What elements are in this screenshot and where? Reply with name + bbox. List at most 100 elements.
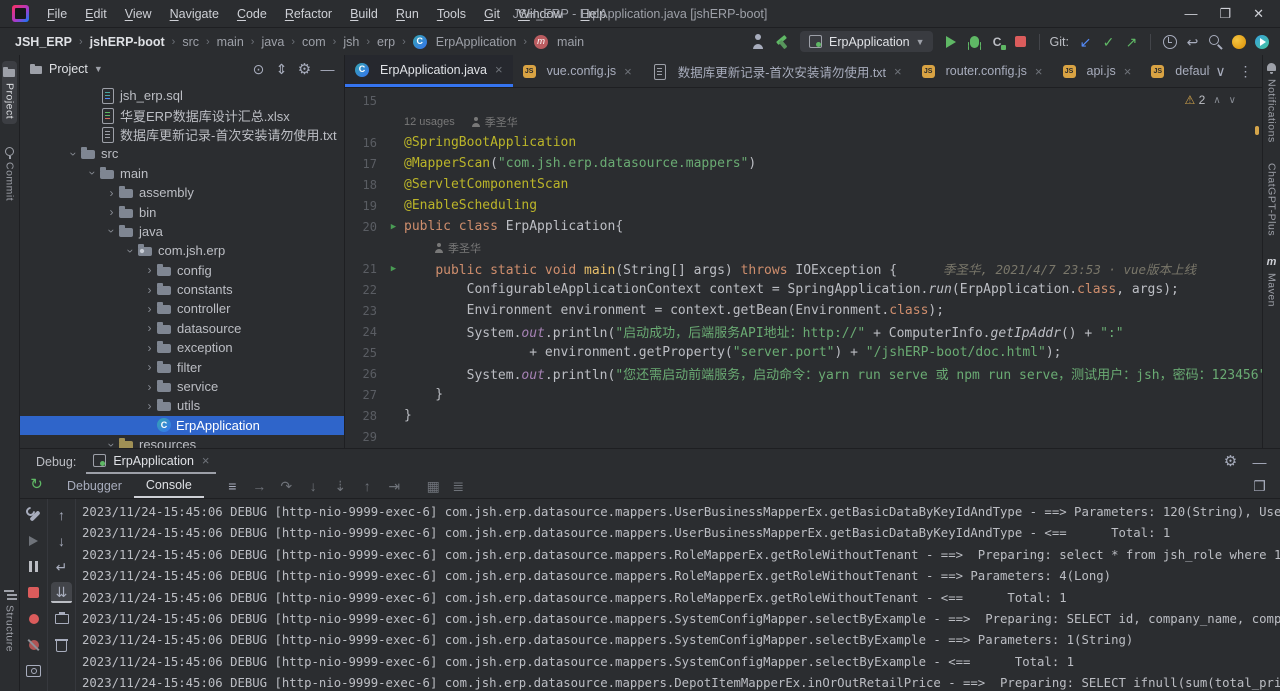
close-tab-icon[interactable]: × <box>624 64 632 79</box>
jump-down-icon[interactable]: ↓ <box>51 530 72 551</box>
tool-stripe-structure[interactable]: Structure <box>2 583 17 657</box>
prev-problem-icon[interactable]: ∧ <box>1213 95 1220 106</box>
breadcrumb-main[interactable]: main <box>214 34 247 50</box>
tree-item-bin[interactable]: ›bin <box>20 202 344 221</box>
close-tab-icon[interactable]: × <box>894 64 902 79</box>
run-gutter-icon[interactable]: ▶ <box>383 264 404 274</box>
line-number[interactable]: 17 <box>345 157 383 171</box>
jump-up-icon[interactable]: ↑ <box>51 504 72 525</box>
resume-icon[interactable] <box>23 530 44 551</box>
tree-item-resources[interactable]: ›resources <box>20 435 344 448</box>
line-number[interactable]: 25 <box>345 346 383 360</box>
line-number[interactable]: 22 <box>345 283 383 297</box>
tree-chevron-icon[interactable]: › <box>105 224 119 239</box>
close-tab-icon[interactable]: × <box>1124 64 1132 79</box>
breadcrumb-erp[interactable]: erp <box>374 34 398 50</box>
debug-stop-icon[interactable] <box>23 582 44 603</box>
line-number[interactable]: 24 <box>345 325 383 339</box>
line-number[interactable]: 26 <box>345 367 383 381</box>
menu-run[interactable]: Run <box>388 4 427 24</box>
inspections-widget[interactable]: ⚠ 2 ∧ ∨ <box>1185 93 1236 107</box>
close-tab-icon[interactable]: × <box>495 62 503 77</box>
view-breakpoints-icon[interactable] <box>23 608 44 629</box>
tree-chevron-icon[interactable]: › <box>142 399 157 413</box>
git-update-icon[interactable]: ↙ <box>1075 31 1096 52</box>
debug-tab-console[interactable]: Console <box>134 474 204 498</box>
menu-edit[interactable]: Edit <box>77 4 115 24</box>
run-configuration-select[interactable]: ErpApplication ▼ <box>800 31 933 52</box>
tree-item-utils[interactable]: ›utils <box>20 396 344 415</box>
step-into-icon[interactable]: ↓ <box>303 476 324 497</box>
tree-chevron-icon[interactable]: › <box>142 360 157 374</box>
maximize-icon[interactable]: ❐ <box>1219 6 1231 22</box>
breadcrumb-ErpApplication[interactable]: CErpApplication <box>410 34 520 50</box>
clear-all-icon[interactable] <box>51 634 72 655</box>
tree-chevron-icon[interactable]: › <box>86 166 100 181</box>
breadcrumb-jsh[interactable]: jsh <box>340 34 362 50</box>
scroll-to-end-icon[interactable]: ⇊ <box>51 582 72 603</box>
breadcrumb-JSH_ERP[interactable]: JSH_ERP <box>12 34 75 50</box>
hidden-tabs-chevron-icon[interactable]: ∨ <box>1210 61 1231 82</box>
tree-item-main[interactable]: ›main <box>20 164 344 183</box>
editor-tab-router.config.js[interactable]: JSrouter.config.js× <box>912 55 1053 87</box>
tool-stripe-notifications[interactable]: Notifications <box>1265 60 1278 145</box>
tree-chevron-icon[interactable]: › <box>142 341 157 355</box>
editor-tab-ErpApplication.java[interactable]: CErpApplication.java× <box>345 55 513 87</box>
tree-item-数据库更新记录-首次安装请勿使用.txt[interactable]: 数据库更新记录-首次安装请勿使用.txt <box>20 125 344 144</box>
tree-item-jsh_erp.sql[interactable]: jsh_erp.sql <box>20 86 344 105</box>
minimize-icon[interactable]: — <box>1184 6 1197 22</box>
restore-layout-icon[interactable]: ❐ <box>1249 476 1270 497</box>
line-number[interactable]: 27 <box>345 388 383 402</box>
tree-chevron-icon[interactable]: › <box>142 380 157 394</box>
wrench-icon[interactable] <box>23 504 44 525</box>
mute-breakpoints-icon[interactable] <box>23 634 44 655</box>
close-icon[interactable]: ✕ <box>1253 6 1264 22</box>
run-icon[interactable] <box>941 31 962 52</box>
editor-tab-数据库更新记录-首次安装请勿使用.txt[interactable]: 数据库更新记录-首次安装请勿使用.txt× <box>642 55 912 87</box>
tree-chevron-icon[interactable]: › <box>105 437 119 448</box>
breadcrumb-com[interactable]: com <box>299 34 329 50</box>
layout-settings-icon[interactable]: ≣ <box>448 476 469 497</box>
tree-item-constants[interactable]: ›constants <box>20 280 344 299</box>
tree-chevron-icon[interactable]: › <box>142 321 157 335</box>
close-session-icon[interactable]: × <box>202 453 210 468</box>
tab-options-kebab-icon[interactable]: ⋮ <box>1235 61 1256 82</box>
hide-panel-icon[interactable]: — <box>317 59 338 80</box>
pause-icon[interactable] <box>23 556 44 577</box>
locate-file-icon[interactable]: ⊙ <box>248 59 269 80</box>
close-tab-icon[interactable]: × <box>1035 64 1043 79</box>
tree-item-config[interactable]: ›config <box>20 261 344 280</box>
menu-refactor[interactable]: Refactor <box>277 4 340 24</box>
stop-icon[interactable] <box>1010 31 1031 52</box>
editor-tab-api.js[interactable]: JSapi.js× <box>1053 55 1142 87</box>
soft-wrap-icon[interactable]: ↵ <box>51 556 72 577</box>
run-gutter-icon[interactable]: ▶ <box>383 222 404 232</box>
tool-stripe-chatgpt-plus[interactable]: ChatGPT-Plus <box>1266 161 1278 238</box>
line-number[interactable]: 15 <box>345 94 383 108</box>
menu-code[interactable]: Code <box>229 4 275 24</box>
next-problem-icon[interactable]: ∨ <box>1229 95 1236 106</box>
undo-icon[interactable]: ↩ <box>1182 31 1203 52</box>
tree-chevron-icon[interactable]: › <box>67 146 81 161</box>
editor-tab-vue.config.js[interactable]: JSvue.config.js× <box>513 55 642 87</box>
breadcrumb-java[interactable]: java <box>258 34 287 50</box>
menu-git[interactable]: Git <box>476 4 508 24</box>
console-output[interactable]: 2023/11/24-15:45:06 DEBUG [http-nio-9999… <box>75 499 1280 691</box>
debug-session-tab[interactable]: ErpApplication × <box>86 449 215 474</box>
tree-item-controller[interactable]: ›controller <box>20 299 344 318</box>
rerun-icon[interactable]: ↻ <box>26 474 47 495</box>
tree-item-assembly[interactable]: ›assembly <box>20 183 344 202</box>
tree-chevron-icon[interactable]: › <box>142 283 157 297</box>
hammer-icon[interactable] <box>771 31 792 52</box>
menu-view[interactable]: View <box>117 4 160 24</box>
debug-gear-icon[interactable]: ⚙ <box>1220 451 1241 472</box>
line-number[interactable]: 19 <box>345 199 383 213</box>
line-number[interactable]: 28 <box>345 409 383 423</box>
tool-stripe-commit[interactable]: Commit <box>2 140 17 206</box>
debug-bug-icon[interactable] <box>964 31 985 52</box>
tree-item-filter[interactable]: ›filter <box>20 357 344 376</box>
project-panel-title[interactable]: Project ▼ <box>30 62 103 76</box>
tree-chevron-icon[interactable]: › <box>142 302 157 316</box>
line-number[interactable]: 18 <box>345 178 383 192</box>
scrollbar-warning-mark[interactable] <box>1255 126 1259 135</box>
